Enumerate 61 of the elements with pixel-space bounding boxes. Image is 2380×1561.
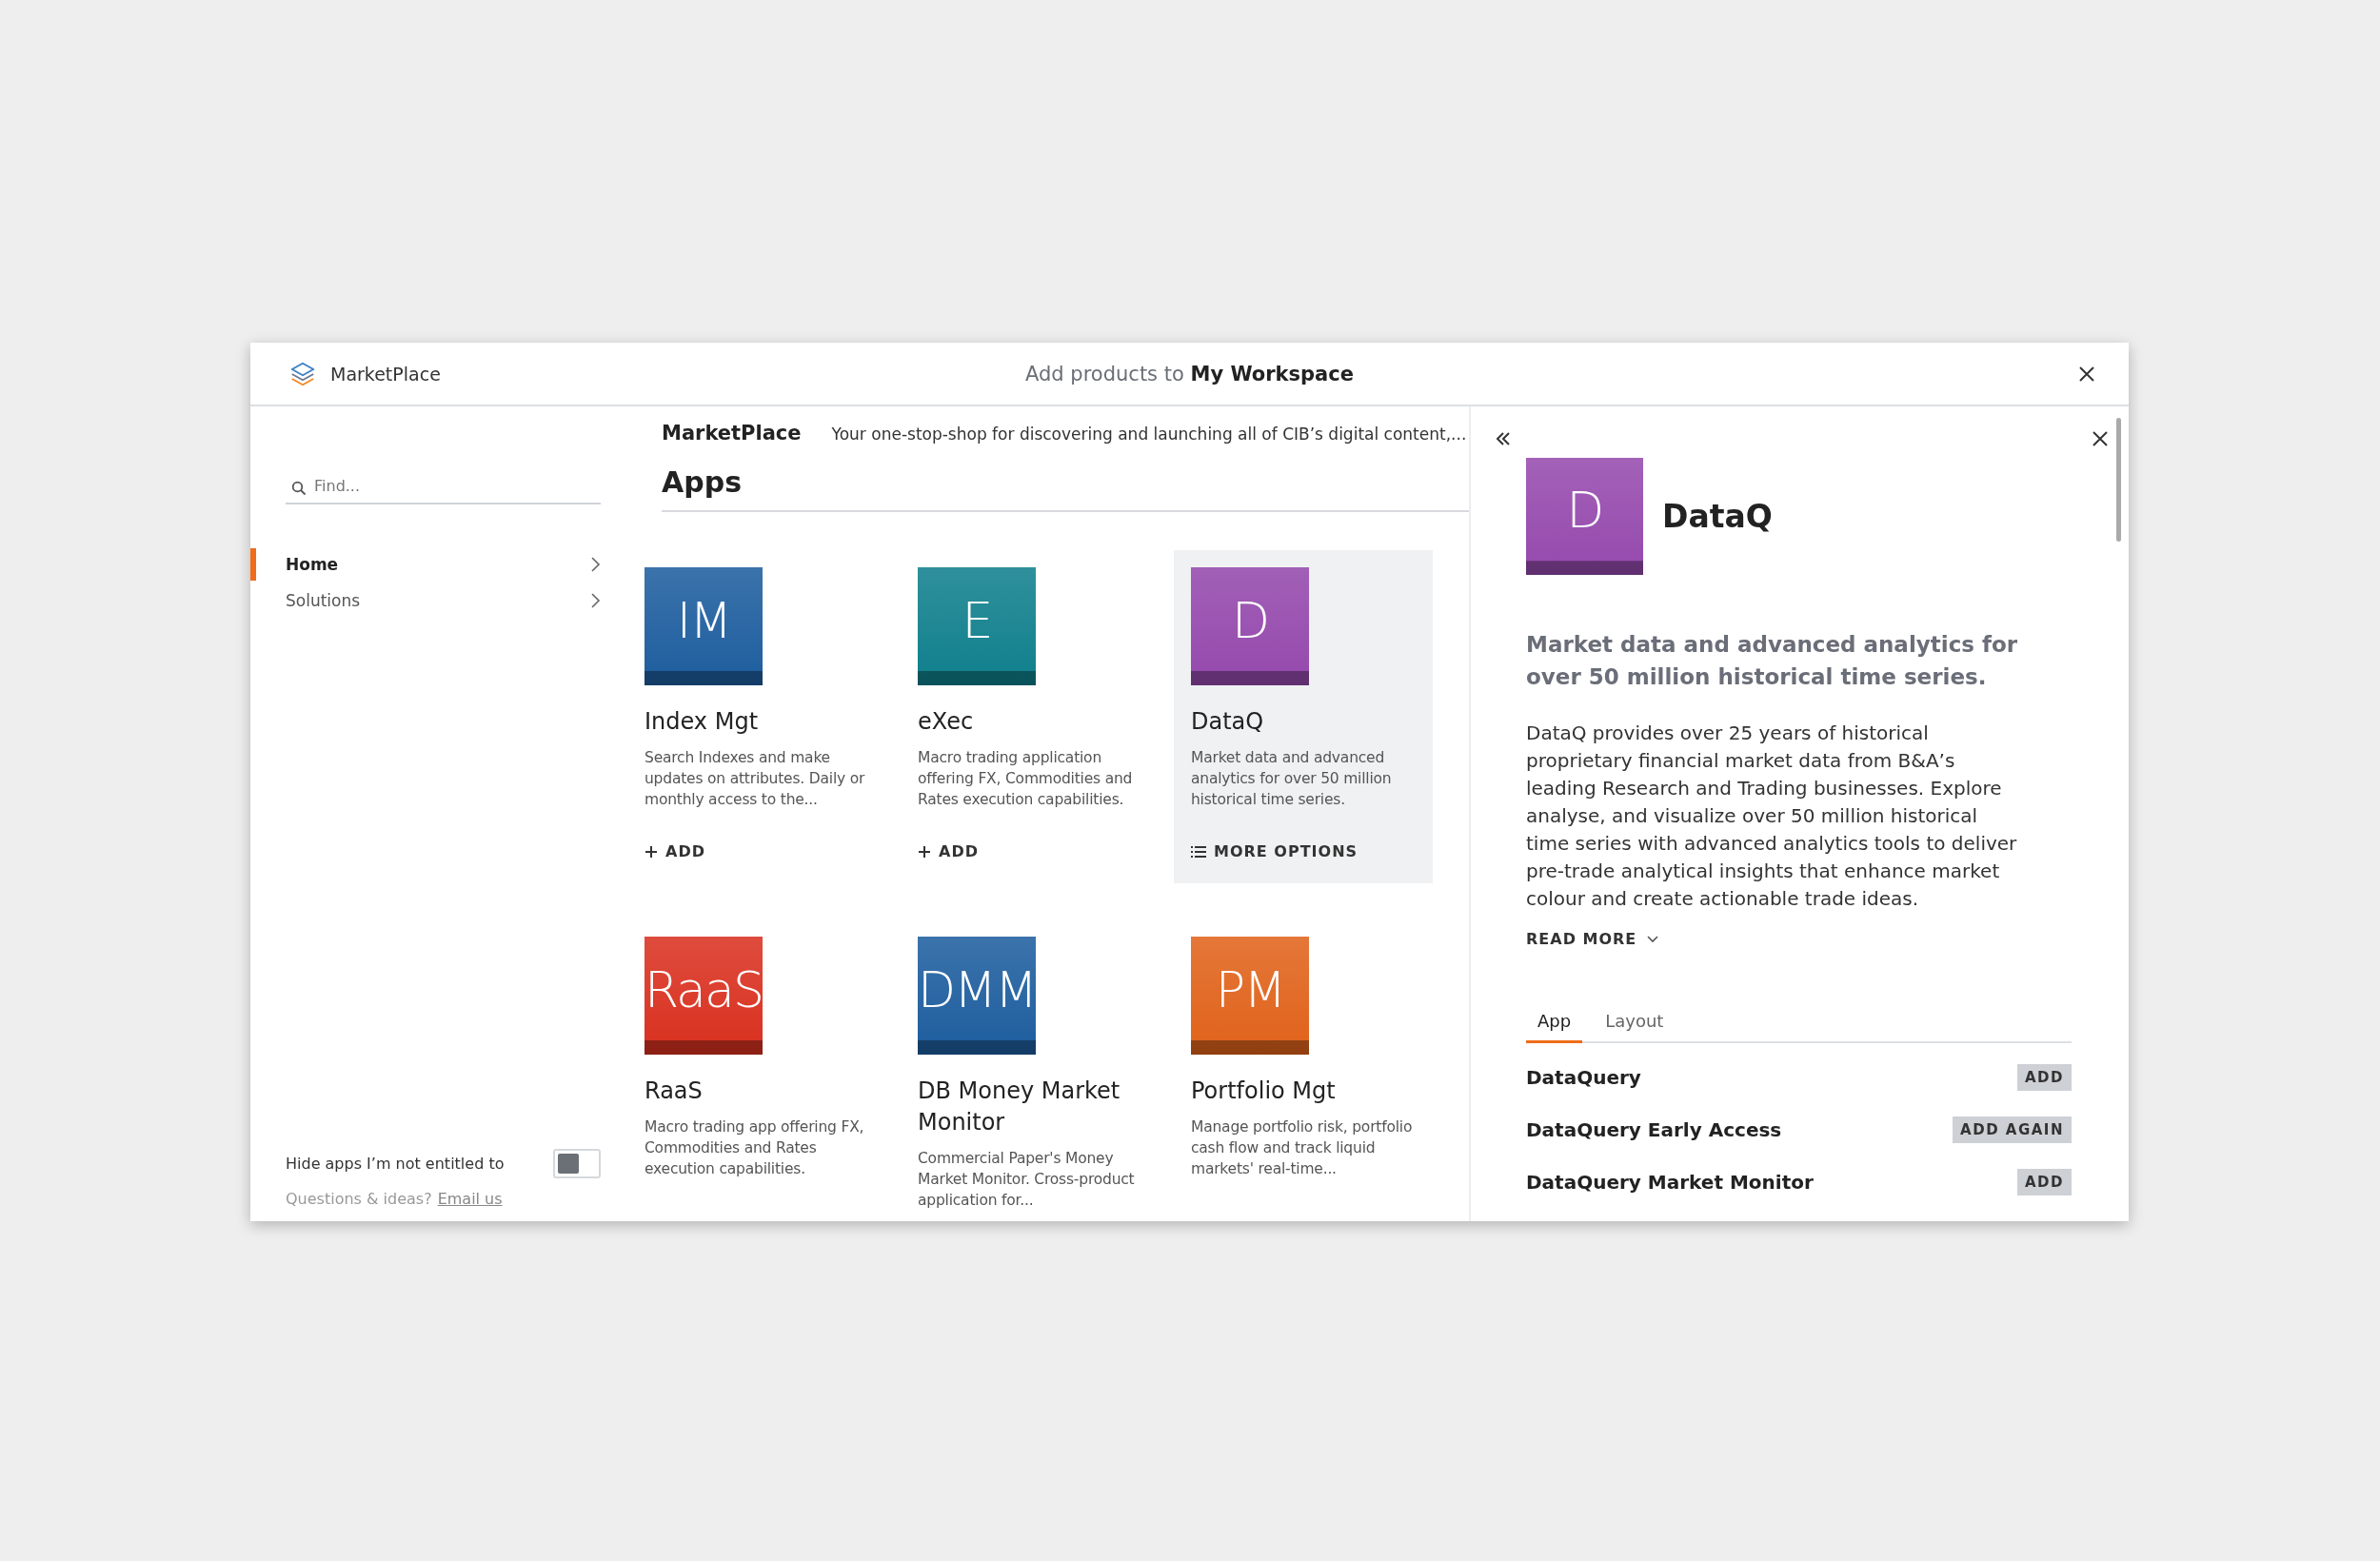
detail-description: DataQ provides over 25 years of historical proprietary financial market data from B&A’s leading Research and Trading businesses. Explore analyse, and visualize over 50 million historical time series with advanced analytics tools to deliver pre-trade analytical insights that enhance market colour and create actionable trade ideas.: [1526, 721, 2018, 912]
product-name: DataQuery: [1526, 1065, 1641, 1089]
window-title: Add products to My Workspace: [1025, 362, 1354, 385]
brand-title: MarketPlace: [662, 422, 802, 445]
app-name: DataQ: [1191, 707, 1265, 737]
add-button[interactable]: ADD: [2017, 1063, 2072, 1091]
app-description: Search Indexes and make updates on attributes. Daily or monthly access to the...: [645, 748, 866, 810]
tab[interactable]: Layout: [1594, 1011, 1676, 1043]
nav-item[interactable]: Solutions: [250, 584, 601, 617]
plus-icon: [918, 844, 931, 859]
app-card[interactable]: D DataQ Market data and advanced analytics for over 50 million historical time series. MORE OPTIONS: [1174, 550, 1433, 883]
app-description: Macro trading app offering FX, Commodities and Rates execution capabilities.: [645, 1117, 865, 1179]
app-name: MarketPlace: [330, 363, 441, 385]
plus-icon: [645, 844, 658, 859]
product-name: DataQuery Early Access: [1526, 1117, 1782, 1141]
chevron-right-icon: [589, 592, 601, 609]
app-description: Market data and advanced analytics for over 50 million historical time series.: [1191, 748, 1393, 810]
read-more-button[interactable]: READ MORE: [1526, 930, 1660, 948]
detail-headline: Market data and advanced analytics for over 50 million historical time series.: [1526, 631, 2019, 691]
close-icon: [2077, 364, 2096, 384]
app-tile: E: [918, 567, 1036, 685]
toggle-label: Hide apps I’m not entitled to: [286, 1155, 505, 1173]
search-icon: [291, 481, 307, 496]
app-tile: RaaS: [645, 937, 763, 1055]
app-name: Index Mgt: [645, 707, 760, 737]
app-description: Commercial Paper's Money Market Monitor. Cross-product application for...: [918, 1149, 1136, 1211]
app-card[interactable]: E eXec Macro trading application offering FX, Commodities and Rates execution capabilities. ADD: [901, 550, 1160, 883]
app-card[interactable]: PM Portfolio Mgt Manage portfolio risk, portfolio cash flow and track liquid markets' real-time...: [1174, 919, 1433, 1221]
app-name: eXec: [918, 707, 975, 737]
add-button[interactable]: ADD: [918, 842, 979, 860]
more-options-button[interactable]: MORE OPTIONS: [1191, 842, 1359, 860]
chevron-right-icon: [589, 556, 601, 573]
add-button[interactable]: ADD AGAIN: [1953, 1116, 2072, 1143]
tab[interactable]: App: [1526, 1011, 1583, 1043]
product-name: DataQuery Market Monitor: [1526, 1170, 1814, 1194]
tagline: Your one-stop-shop for discovering and launching all of CIB’s digital content,...: [831, 425, 1467, 444]
footer-text: Questions & ideas?: [286, 1190, 432, 1208]
email-link[interactable]: Email us: [437, 1190, 503, 1208]
detail-title: DataQ: [1662, 498, 1773, 535]
app-card[interactable]: DMM DB Money Market Monitor Commercial Paper's Money Market Monitor. Cross-product application for...: [901, 919, 1160, 1221]
app-card[interactable]: IM Index Mgt Search Indexes and make updates on attributes. Daily or monthly access to the... ADD: [645, 550, 886, 883]
scrollbar[interactable]: [2116, 418, 2121, 542]
app-description: Manage portfolio risk, portfolio cash flow and track liquid markets' real-time...: [1191, 1117, 1414, 1179]
app-tile: PM: [1191, 937, 1309, 1055]
add-button[interactable]: ADD: [2017, 1168, 2072, 1195]
app-name: Portfolio Mgt: [1191, 1077, 1337, 1106]
list-icon: [1191, 844, 1206, 859]
app-name: DB Money Market Monitor: [918, 1077, 1121, 1137]
app-tile: D: [1191, 567, 1309, 685]
close-icon: [2091, 429, 2110, 448]
toggle-switch[interactable]: [553, 1149, 601, 1178]
app-tile: IM: [645, 567, 763, 685]
chevron-down-icon: [1646, 934, 1660, 944]
app-description: Macro trading application offering FX, Commodities and Rates execution capabilities.: [918, 748, 1134, 810]
add-button[interactable]: ADD: [645, 842, 705, 860]
section-title: Apps: [662, 465, 1469, 512]
app-card[interactable]: RaaS RaaS Macro trading app offering FX, Commodities and Rates execution capabilities.: [645, 919, 886, 1221]
app-tile: DMM: [918, 937, 1036, 1055]
nav-item[interactable]: Home: [250, 548, 601, 581]
app-name: RaaS: [645, 1077, 704, 1106]
app-tile: D: [1526, 458, 1643, 575]
